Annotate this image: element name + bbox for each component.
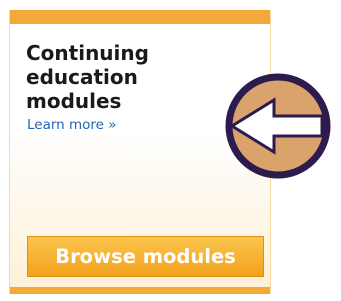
browse-modules-button[interactable]: Browse modules <box>27 236 264 277</box>
page: Continuing education modules Learn more … <box>0 0 341 301</box>
arrow-left-icon[interactable] <box>224 72 332 180</box>
card-top-bar <box>10 10 270 24</box>
learn-more-chevron: » <box>108 117 117 133</box>
learn-more-label: Learn more <box>27 117 104 133</box>
learn-more-link[interactable]: Learn more » <box>27 117 117 133</box>
card-bottom-bar <box>10 287 270 294</box>
card-title: Continuing education modules <box>26 41 149 113</box>
